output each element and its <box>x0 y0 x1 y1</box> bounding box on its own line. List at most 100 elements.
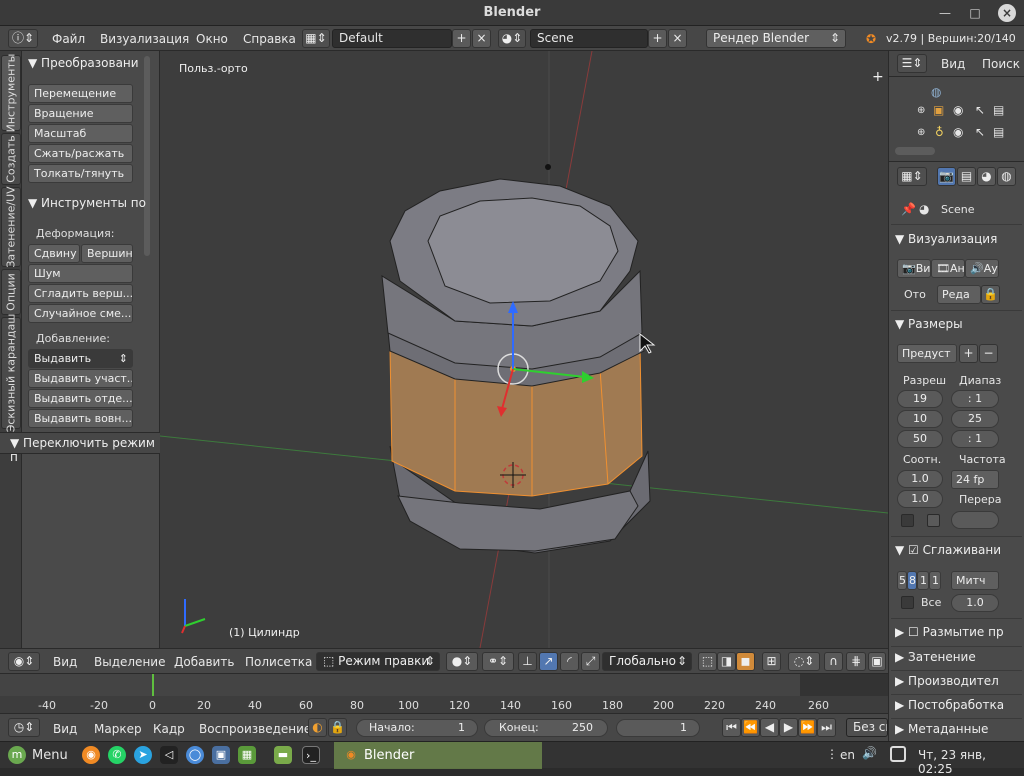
lock-icon[interactable]: 🔒 <box>328 718 347 737</box>
jump-end-icon[interactable]: ⏭ <box>817 718 836 737</box>
crop-checkbox[interactable] <box>927 514 940 527</box>
tab-create[interactable]: Создать <box>1 133 21 185</box>
edge-select-icon[interactable]: ◨ <box>717 652 736 671</box>
timeline-menu-view[interactable]: Вид <box>53 722 77 736</box>
timeline-menu-marker[interactable]: Маркер <box>94 722 142 736</box>
viewport-menu-view[interactable]: Вид <box>53 655 77 669</box>
screen-layout-icon[interactable]: ▦⇕ <box>302 29 330 48</box>
randomize-button[interactable]: Случайное сме... <box>28 304 133 323</box>
telegram-icon[interactable]: ➤ <box>134 746 152 764</box>
terminal-icon[interactable]: ›_ <box>302 746 320 764</box>
menu-file[interactable]: Файл <box>52 32 85 46</box>
close-button[interactable]: × <box>998 4 1016 22</box>
aspect-x-field[interactable]: 1.0 <box>897 470 943 488</box>
manipulator-toggle-icon[interactable]: ⊥ <box>518 652 537 671</box>
resolution-x-field[interactable]: 19 <box>897 390 943 408</box>
current-frame-field[interactable]: 1 <box>616 719 700 737</box>
viewport-menu-select[interactable]: Выделение <box>94 655 165 669</box>
tab-grease-pencil[interactable]: Эскизный карандаш <box>1 314 21 432</box>
aa-samples-5[interactable]: 5 <box>897 571 907 590</box>
menu-label[interactable]: Menu <box>32 748 68 763</box>
add-scene-button[interactable]: + <box>648 29 667 48</box>
performance-panel-header[interactable]: ▶ Производител <box>895 674 999 688</box>
render-panel-header[interactable]: ▼ Визуализация <box>895 232 997 246</box>
tab-options[interactable]: Опции <box>1 269 21 315</box>
timeline[interactable]: -40 -20 0 20 40 60 80 100 120 140 160 18… <box>0 673 888 713</box>
tab-tools[interactable]: Инструменты <box>1 54 21 132</box>
aa-samples-16[interactable]: 1 <box>929 571 941 590</box>
screen-layout-field[interactable]: Default <box>332 29 452 48</box>
play-icon[interactable]: ▶ <box>779 718 798 737</box>
whatsapp-icon[interactable]: ✆ <box>108 746 126 764</box>
shrink-fatten-button[interactable]: Сжать/расжать <box>28 144 133 163</box>
translate-manipulator-icon[interactable]: ↗ <box>539 652 558 671</box>
occlude-geometry-icon[interactable]: ⊞ <box>762 652 781 671</box>
remove-layout-button[interactable]: × <box>472 29 491 48</box>
active-window-button[interactable]: Blender <box>364 748 414 763</box>
display-mode-select[interactable]: Реда <box>937 285 981 304</box>
transform-panel-header[interactable]: ▼ Преобразовани <box>28 56 139 70</box>
expand-icon[interactable]: ⊕ <box>917 127 925 138</box>
plus-icon[interactable]: + <box>872 69 884 85</box>
jump-start-icon[interactable]: ⏮ <box>722 718 741 737</box>
remove-preset-button[interactable]: − <box>979 344 998 363</box>
scene-tab-icon[interactable]: ◕ <box>977 167 996 186</box>
extrude-select[interactable]: Выдавить ⇕ <box>28 349 133 368</box>
frame-start-field[interactable]: Начало: 1 <box>356 719 478 737</box>
vertex-slide-button[interactable]: Вершин <box>81 244 133 263</box>
visibility-eye-icon[interactable]: ◉ <box>953 125 963 139</box>
frame-end-prop[interactable]: 25 <box>951 410 999 428</box>
viewport-editor-type-icon[interactable]: ◉⇕ <box>8 652 40 671</box>
timeline-menu-frame[interactable]: Кадр <box>153 722 185 736</box>
scene-icon[interactable]: ◕⇕ <box>498 29 526 48</box>
maximize-button[interactable]: □ <box>966 4 984 22</box>
notifications-icon[interactable] <box>890 746 906 762</box>
add-preset-button[interactable]: + <box>959 344 978 363</box>
next-keyframe-icon[interactable]: ⏩ <box>798 718 817 737</box>
frame-start-prop[interactable]: : 1 <box>951 390 999 408</box>
timeline-editor-type-icon[interactable]: ◷⇕ <box>8 718 40 737</box>
viewport-menu-mesh[interactable]: Полисетка <box>245 655 312 669</box>
tab-shading-uv[interactable]: Затенение/UV <box>1 186 21 268</box>
vscode-icon[interactable]: ◁ <box>160 746 178 764</box>
aspect-y-field[interactable]: 1.0 <box>897 490 943 508</box>
mesh-tools-panel-header[interactable]: ▼ Инструменты по <box>28 196 146 210</box>
shading-panel-header[interactable]: ▶ Затенение <box>895 650 976 664</box>
select-cursor-icon[interactable]: ↖ <box>975 103 985 117</box>
timeline-track[interactable] <box>0 674 888 696</box>
preset-select[interactable]: Предуст <box>897 344 957 363</box>
fps-select[interactable]: 24 fp <box>951 470 999 489</box>
rotate-manipulator-icon[interactable]: ◜ <box>560 652 579 671</box>
snap-element-icon[interactable]: ⋕ <box>846 652 866 671</box>
info-editor-type-icon[interactable]: ⓘ⇕ <box>8 29 38 48</box>
extrude-individual-button[interactable]: Выдавить отде... <box>28 389 133 408</box>
render-image-button[interactable]: 📷Ви <box>897 259 931 278</box>
world-tab-icon[interactable]: ◍ <box>997 167 1016 186</box>
camera-object-icon[interactable]: ▣ <box>933 103 944 117</box>
render-animation-button[interactable]: 🎞Ан <box>931 259 965 278</box>
face-select-icon[interactable]: ◼ <box>736 652 755 671</box>
slide-button[interactable]: Сдвину <box>28 244 80 263</box>
aa-samples-11[interactable]: 1 <box>917 571 929 590</box>
outliner-scrollbar[interactable] <box>895 147 935 155</box>
dimensions-panel-header[interactable]: ▼ Размеры <box>895 317 963 331</box>
mint-menu-icon[interactable]: m <box>8 746 26 764</box>
render-layers-tab-icon[interactable]: ▤ <box>957 167 976 186</box>
record-icon[interactable]: ◐ <box>308 718 327 737</box>
select-cursor-icon[interactable]: ↖ <box>975 125 985 139</box>
viewport-menu-add[interactable]: Добавить <box>174 655 234 669</box>
aa-filter-select[interactable]: Митч <box>951 571 999 590</box>
scale-button[interactable]: Масштаб <box>28 124 133 143</box>
3d-viewport[interactable]: Польз.-орто (1) Цилиндр + <box>160 51 888 648</box>
time-remap-field[interactable] <box>951 511 999 529</box>
postprocessing-panel-header[interactable]: ▶ Постобработка <box>895 698 1004 712</box>
metadata-panel-header[interactable]: ▶ Метаданные <box>895 722 988 736</box>
aa-filter-size-field[interactable]: 1.0 <box>951 594 999 612</box>
properties-editor-type-icon[interactable]: ▦⇕ <box>897 167 927 186</box>
translate-button[interactable]: Перемещение <box>28 84 133 103</box>
full-sample-checkbox[interactable] <box>901 596 914 609</box>
render-engine-select[interactable]: Рендер Blender ⇕ <box>706 29 846 48</box>
visibility-eye-icon[interactable]: ◉ <box>953 103 963 117</box>
inset-faces-button[interactable]: Выдавить вовн... <box>28 409 133 428</box>
viewport-shading-icon[interactable]: ●⇕ <box>446 652 478 671</box>
